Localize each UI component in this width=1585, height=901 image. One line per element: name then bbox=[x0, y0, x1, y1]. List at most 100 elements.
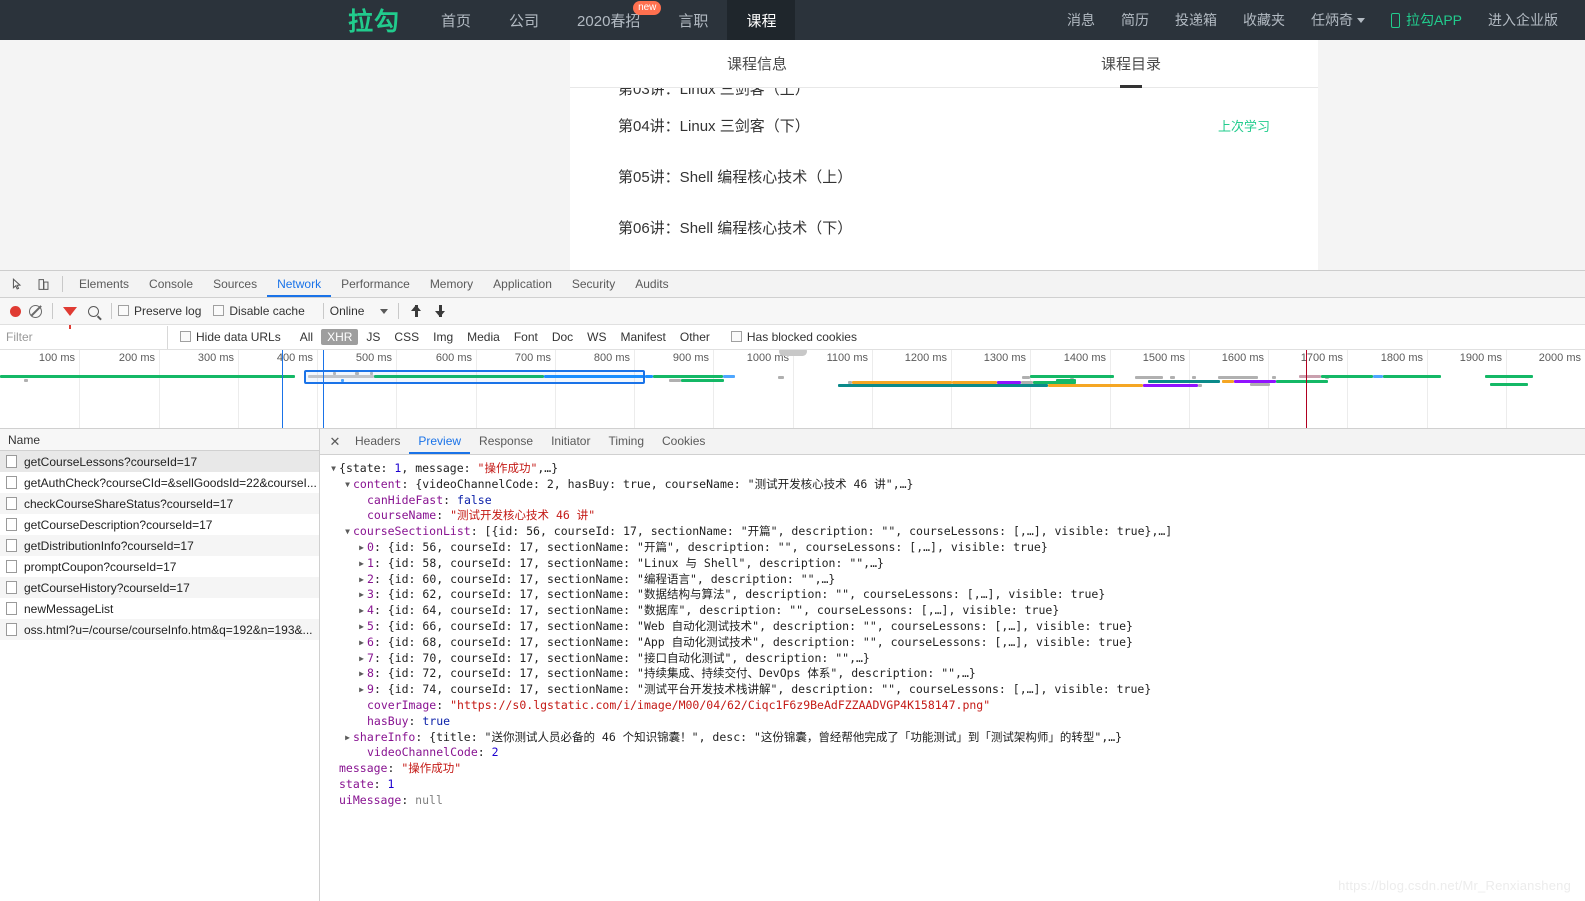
table-row[interactable]: checkCourseShareStatus?courseId=17 bbox=[0, 493, 319, 514]
checkbox-box[interactable] bbox=[118, 305, 129, 316]
chevron-right-icon[interactable]: ▶ bbox=[356, 666, 367, 682]
filter-type-doc[interactable]: Doc bbox=[546, 329, 579, 345]
chevron-right-icon[interactable]: ▶ bbox=[356, 682, 367, 698]
disable-cache-checkbox[interactable]: Disable cache bbox=[213, 304, 305, 318]
preview-json-viewer[interactable]: ▼ {state: 1, message: "操作成功",…} ▼ content: … bbox=[320, 455, 1585, 901]
detail-tab-initiator[interactable]: Initiator bbox=[542, 429, 599, 454]
chevron-right-icon[interactable]: ▶ bbox=[356, 635, 367, 651]
detail-tab-response[interactable]: Response bbox=[470, 429, 542, 454]
network-overview-timeline[interactable]: 100 ms 200 ms 300 ms 400 ms 500 ms 600 ms 700 … bbox=[0, 350, 1585, 429]
detail-tab-cookies[interactable]: Cookies bbox=[653, 429, 714, 454]
chevron-right-icon[interactable]: ▶ bbox=[356, 587, 367, 603]
lesson-title: 第05讲：Shell 编程核心技术（上） bbox=[618, 169, 853, 186]
checkbox-box[interactable] bbox=[730, 331, 742, 342]
nav-item-0[interactable]: 首页 bbox=[422, 0, 490, 40]
filter-type-css[interactable]: CSS bbox=[388, 329, 425, 345]
devtools-tab-sources[interactable]: Sources bbox=[203, 271, 267, 297]
lesson-row-clipped[interactable]: 第03讲：Linux 三剑客（上） bbox=[618, 88, 1270, 100]
devtools-tab-security[interactable]: Security bbox=[562, 271, 625, 297]
nav-item-4[interactable]: 课程 bbox=[727, 0, 796, 40]
json-token: : {videoChannelCode: 2, hasBuy: true, co… bbox=[401, 476, 914, 491]
table-row[interactable]: promptCoupon?courseId=17 bbox=[0, 556, 319, 577]
filter-type-font[interactable]: Font bbox=[508, 329, 544, 345]
chevron-right-icon[interactable]: ▶ bbox=[356, 619, 367, 635]
filter-type-js[interactable]: JS bbox=[360, 329, 386, 345]
nav-right-item-3[interactable]: 收藏夹 bbox=[1230, 0, 1298, 40]
lesson-row[interactable]: 第05讲：Shell 编程核心技术（上） bbox=[618, 151, 1270, 202]
nav-item-1[interactable]: 公司 bbox=[490, 0, 558, 40]
chevron-down-icon[interactable]: ▼ bbox=[342, 477, 353, 493]
hide-data-urls-checkbox[interactable]: Hide data URLs bbox=[180, 330, 281, 344]
close-icon[interactable]: ✕ bbox=[324, 430, 346, 454]
overview-selection-box[interactable] bbox=[304, 370, 645, 384]
detail-tab-preview[interactable]: Preview bbox=[409, 429, 471, 454]
filter-type-xhr[interactable]: XHR bbox=[321, 329, 359, 345]
devtools-tab-audits[interactable]: Audits bbox=[625, 271, 678, 297]
table-row[interactable]: getAuthCheck?courseCId=&sellGoodsId=22&c… bbox=[0, 472, 319, 493]
nav-right-item-2[interactable]: 投递箱 bbox=[1162, 0, 1230, 40]
filter-type-other[interactable]: Other bbox=[674, 329, 716, 345]
json-token: courseName bbox=[367, 508, 437, 523]
table-row[interactable]: getCourseLessons?courseId=17 bbox=[0, 451, 319, 472]
nav-right-item-4[interactable]: 任炳奇 bbox=[1298, 0, 1378, 40]
checkbox-box[interactable] bbox=[213, 305, 225, 316]
nav-item-3[interactable]: 言职 bbox=[659, 0, 727, 40]
devtools-tab-application[interactable]: Application bbox=[483, 271, 562, 297]
filter-type-ws[interactable]: WS bbox=[581, 329, 612, 345]
watermark-text: https://blog.csdn.net/Mr_Renxiansheng bbox=[1338, 878, 1571, 893]
detail-tab-timing[interactable]: Timing bbox=[599, 429, 653, 454]
lagou-logo[interactable]: 拉勾 bbox=[348, 0, 422, 40]
inspect-element-icon[interactable] bbox=[4, 272, 30, 296]
devtools-tab-performance[interactable]: Performance bbox=[331, 271, 420, 297]
chevron-right-icon[interactable]: ▶ bbox=[356, 651, 367, 667]
filter-toggle-icon[interactable] bbox=[59, 306, 81, 329]
filter-type-all[interactable]: All bbox=[294, 329, 319, 345]
table-row[interactable]: oss.html?u=/course/courseInfo.htm&q=192&… bbox=[0, 619, 319, 640]
nav-item-2[interactable]: 2020春招 new bbox=[558, 0, 662, 40]
device-toolbar-icon[interactable] bbox=[30, 272, 56, 296]
clear-icon[interactable] bbox=[29, 304, 42, 318]
lesson-row[interactable]: 第06讲：Shell 编程核心技术（下） bbox=[618, 202, 1270, 253]
devtools-tab-memory[interactable]: Memory bbox=[420, 271, 483, 297]
json-token: courseSectionList bbox=[353, 524, 471, 539]
filter-type-img[interactable]: Img bbox=[427, 329, 459, 345]
devtools-tab-elements[interactable]: Elements bbox=[69, 271, 139, 297]
record-icon[interactable] bbox=[10, 305, 21, 317]
detail-tab-headers[interactable]: Headers bbox=[346, 429, 409, 454]
chevron-right-icon[interactable]: ▶ bbox=[342, 730, 353, 746]
json-token: hasBuy bbox=[367, 713, 409, 728]
search-icon-wrap[interactable] bbox=[81, 305, 105, 317]
chevron-right-icon[interactable]: ▶ bbox=[356, 603, 367, 619]
chevron-down-icon[interactable]: ▼ bbox=[328, 461, 339, 477]
nav-right-item-6[interactable]: 进入企业版 bbox=[1475, 0, 1571, 40]
filter-type-manifest[interactable]: Manifest bbox=[615, 329, 672, 345]
preserve-log-checkbox[interactable]: Preserve log bbox=[118, 304, 201, 318]
devtools-tab-network[interactable]: Network bbox=[267, 271, 332, 297]
export-har-icon[interactable] bbox=[434, 304, 448, 319]
checkbox-box[interactable] bbox=[180, 331, 191, 342]
table-row[interactable]: getCourseHistory?courseId=17 bbox=[0, 577, 319, 598]
chevron-right-icon[interactable]: ▶ bbox=[356, 540, 367, 556]
filter-input[interactable] bbox=[0, 325, 168, 349]
devtools-tab-console[interactable]: Console bbox=[139, 271, 203, 297]
has-blocked-cookies-checkbox[interactable]: Has blocked cookies bbox=[730, 330, 857, 344]
throttle-select[interactable]: Online bbox=[330, 304, 389, 318]
import-har-icon[interactable] bbox=[410, 304, 424, 319]
table-row[interactable]: newMessageList bbox=[0, 598, 319, 619]
table-row[interactable]: getCourseDescription?courseId=17 bbox=[0, 514, 319, 535]
chevron-right-icon[interactable]: ▶ bbox=[356, 556, 367, 572]
lesson-row[interactable]: 第04讲：Linux 三剑客（下） 上次学习 bbox=[618, 100, 1270, 151]
nav-right-item-5[interactable]: 拉勾APP bbox=[1378, 0, 1475, 40]
nav-right-item-0[interactable]: 消息 bbox=[1054, 0, 1108, 40]
chevron-right-icon[interactable]: ▶ bbox=[356, 572, 367, 588]
overview-drag-handle[interactable] bbox=[778, 350, 807, 356]
nav-right-item-1[interactable]: 简历 bbox=[1108, 0, 1162, 40]
tab-course-catalog[interactable]: 课程目录 bbox=[944, 40, 1318, 88]
overview-tick bbox=[1030, 350, 1031, 428]
table-row[interactable]: getDistributionInfo?courseId=17 bbox=[0, 535, 319, 556]
json-token: "测试开发核心技术 46 讲" bbox=[450, 508, 596, 523]
filter-type-media[interactable]: Media bbox=[461, 329, 506, 345]
tab-course-info[interactable]: 课程信息 bbox=[570, 40, 944, 87]
chevron-down-icon[interactable]: ▼ bbox=[342, 524, 353, 540]
request-column-header[interactable]: Name bbox=[0, 429, 319, 451]
